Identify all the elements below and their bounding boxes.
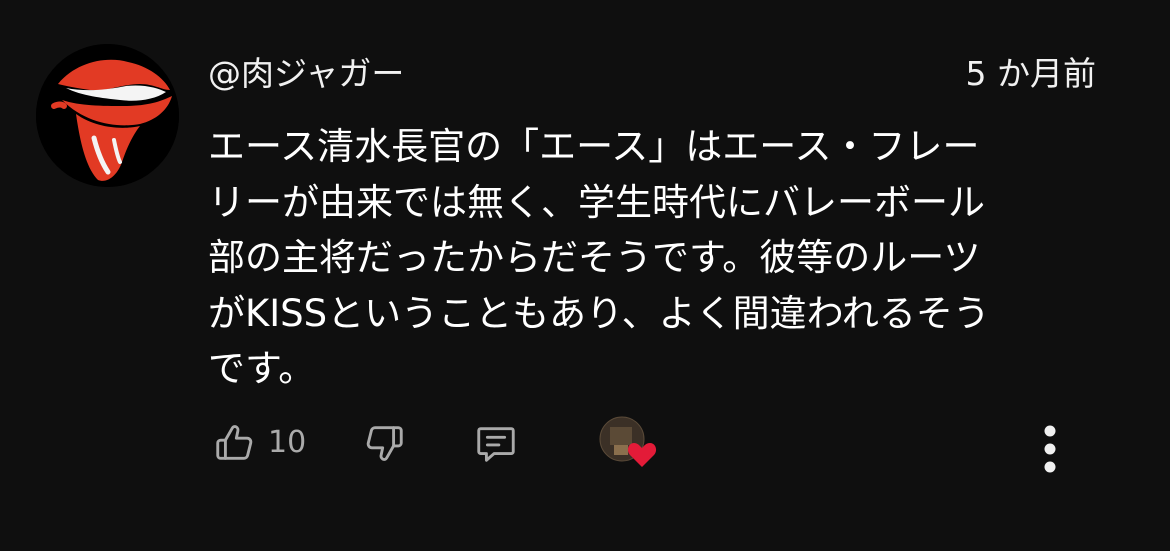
comment-text-line: です。 <box>208 347 316 390</box>
creator-heart-icon <box>599 416 657 467</box>
tongue-logo-icon <box>36 44 179 187</box>
comment-body: エース清水長官の「エース」はエース・フレー リーが由来では無く、学生時代にバレー… <box>208 119 1098 397</box>
comment-text-line: 部の主将だったからだそうです。彼等のルーツ <box>208 236 981 279</box>
more-vert-icon <box>1044 425 1056 473</box>
like-count: 10 <box>268 425 307 460</box>
author-handle[interactable]: @肉ジャガー <box>208 52 404 96</box>
thumbs-up-icon <box>216 425 253 460</box>
comment-text-line: エース清水長官の「エース」はエース・フレー <box>208 125 980 168</box>
reply-button[interactable] <box>468 415 524 471</box>
comment-text-line: がKISSということもあり、よく間違われるそう <box>208 291 990 335</box>
comment-text-line: リーが由来では無く、学生時代にバレーボール <box>208 180 985 224</box>
comment-timestamp[interactable]: 5 か月前 <box>966 52 1097 96</box>
comment-actions: 10 <box>0 415 1170 475</box>
dislike-button[interactable] <box>356 415 412 471</box>
author-avatar[interactable] <box>36 44 179 187</box>
reply-icon <box>477 427 515 462</box>
more-options-button[interactable] <box>1028 421 1072 477</box>
like-button[interactable]: 10 <box>212 415 324 471</box>
creator-heart <box>598 415 662 471</box>
thumbs-down-icon <box>366 426 403 461</box>
